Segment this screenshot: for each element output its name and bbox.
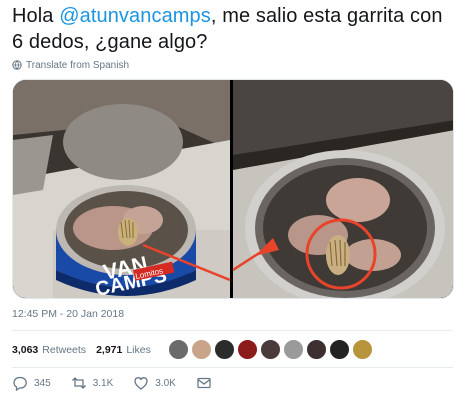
retweets-count: 3,063 (12, 344, 39, 356)
likes-label: Likes (126, 344, 151, 356)
divider-top (12, 330, 453, 331)
retweets-stat[interactable]: 3,063 Retweets (12, 344, 86, 356)
retweets-label: Retweets (42, 344, 87, 356)
direct-message-button[interactable] (196, 375, 212, 391)
avatar[interactable] (168, 339, 189, 360)
photo-left[interactable]: VAN CAMPS Lomitos (13, 80, 230, 298)
like-button[interactable]: 3.0K (133, 375, 176, 391)
engagement-stats: 3,063 Retweets 2,971 Likes (12, 337, 161, 363)
mention-link[interactable]: @atunvancamps (59, 5, 211, 27)
tweet-text-prefix: Hola (12, 5, 60, 27)
avatar[interactable] (329, 339, 350, 360)
retweet-count: 3.1K (92, 377, 114, 389)
likes-stat[interactable]: 2,971 Likes (96, 344, 151, 356)
likes-count: 2,971 (96, 344, 123, 356)
divider-bottom (12, 367, 453, 368)
tweet-text: Hola @atunvancamps, me salio esta garrit… (12, 3, 457, 55)
reply-button[interactable]: 345 (12, 375, 51, 391)
photo-right[interactable] (233, 80, 453, 298)
translate-link[interactable]: Translate from Spanish (12, 58, 129, 72)
retweet-icon (71, 377, 86, 389)
retweet-button[interactable]: 3.1K (71, 375, 114, 391)
envelope-icon (197, 377, 211, 389)
media-grid: VAN CAMPS Lomitos (12, 79, 454, 299)
globe-icon (12, 60, 22, 70)
timestamp[interactable]: 12:45 PM - 20 Jan 2018 (12, 308, 124, 320)
action-bar: 345 3.1K 3.0K (12, 371, 232, 395)
liker-avatars (168, 339, 373, 360)
reply-count: 345 (34, 377, 51, 389)
avatar[interactable] (352, 339, 373, 360)
like-count: 3.0K (155, 377, 176, 389)
translate-label: Translate from Spanish (26, 59, 130, 71)
avatar[interactable] (306, 339, 327, 360)
avatar[interactable] (260, 339, 281, 360)
avatar[interactable] (214, 339, 235, 360)
avatar[interactable] (237, 339, 258, 360)
avatar[interactable] (191, 339, 212, 360)
avatar[interactable] (283, 339, 304, 360)
reply-icon (13, 376, 27, 391)
heart-icon (134, 377, 148, 390)
